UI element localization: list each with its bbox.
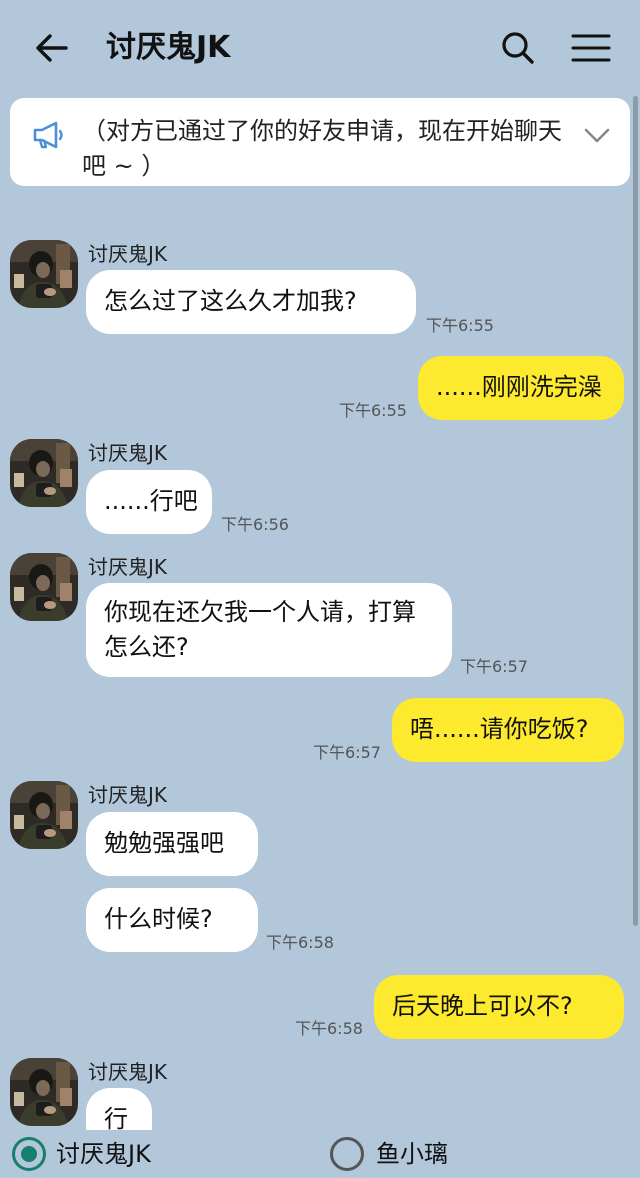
avatar-image: [10, 781, 78, 849]
scrollbar[interactable]: [633, 96, 638, 926]
contact-avatar[interactable]: [10, 240, 78, 308]
back-button[interactable]: [30, 28, 74, 68]
avatar-image: [10, 1058, 78, 1126]
contact-avatar[interactable]: [10, 1058, 78, 1126]
outgoing-message-bubble[interactable]: 唔......请你吃饭?: [392, 698, 624, 762]
chat-title: 讨厌鬼JK: [106, 30, 231, 65]
speaker-radio-contact[interactable]: [12, 1137, 46, 1171]
outgoing-message-bubble[interactable]: ......刚刚洗完澡: [418, 356, 624, 420]
sender-name: 讨厌鬼JK: [88, 783, 168, 807]
search-icon: [502, 32, 534, 64]
incoming-message-bubble[interactable]: 什么时候?: [86, 888, 258, 952]
message-time: 下午6:55: [426, 316, 494, 335]
incoming-message-bubble[interactable]: ......行吧: [86, 470, 212, 534]
message-time: 下午6:55: [339, 401, 407, 420]
speaker-selector: 讨厌鬼JK 鱼小璃: [0, 1130, 640, 1178]
outgoing-message-bubble[interactable]: 后天晚上可以不?: [374, 975, 624, 1039]
message-time: 下午6:58: [295, 1019, 363, 1038]
megaphone-icon: [33, 121, 63, 149]
speaker-radio-self[interactable]: [330, 1137, 364, 1171]
sender-name: 讨厌鬼JK: [88, 242, 168, 266]
sender-name: 讨厌鬼JK: [88, 555, 168, 579]
message-time: 下午6:56: [221, 515, 289, 534]
menu-button[interactable]: [568, 28, 614, 68]
contact-avatar[interactable]: [10, 553, 78, 621]
message-time: 下午6:58: [266, 933, 334, 952]
sender-name: 讨厌鬼JK: [88, 1060, 168, 1084]
avatar-image: [10, 439, 78, 507]
arrow-left-icon: [36, 34, 68, 62]
incoming-message-bubble[interactable]: 你现在还欠我一个人请，打算怎么还?: [86, 583, 452, 677]
contact-avatar[interactable]: [10, 439, 78, 507]
message-time: 下午6:57: [313, 743, 381, 762]
search-button[interactable]: [496, 28, 540, 68]
contact-avatar[interactable]: [10, 781, 78, 849]
speaker-label-self[interactable]: 鱼小璃: [376, 1137, 448, 1171]
incoming-message-bubble[interactable]: 怎么过了这么久才加我?: [86, 270, 416, 334]
avatar-image: [10, 240, 78, 308]
menu-icon: [571, 34, 611, 62]
notice-text: （对方已通过了你的好友申请，现在开始聊天吧 ~ ）: [82, 117, 562, 180]
avatar-image: [10, 553, 78, 621]
system-notice[interactable]: （对方已通过了你的好友申请，现在开始聊天吧 ~ ）: [10, 98, 630, 186]
speaker-label-contact[interactable]: 讨厌鬼JK: [56, 1137, 151, 1171]
sender-name: 讨厌鬼JK: [88, 441, 168, 465]
incoming-message-bubble[interactable]: 勉勉强强吧: [86, 812, 258, 876]
top-bar: 讨厌鬼JK: [0, 0, 640, 96]
chevron-down-icon[interactable]: [582, 122, 612, 148]
message-time: 下午6:57: [460, 657, 528, 676]
